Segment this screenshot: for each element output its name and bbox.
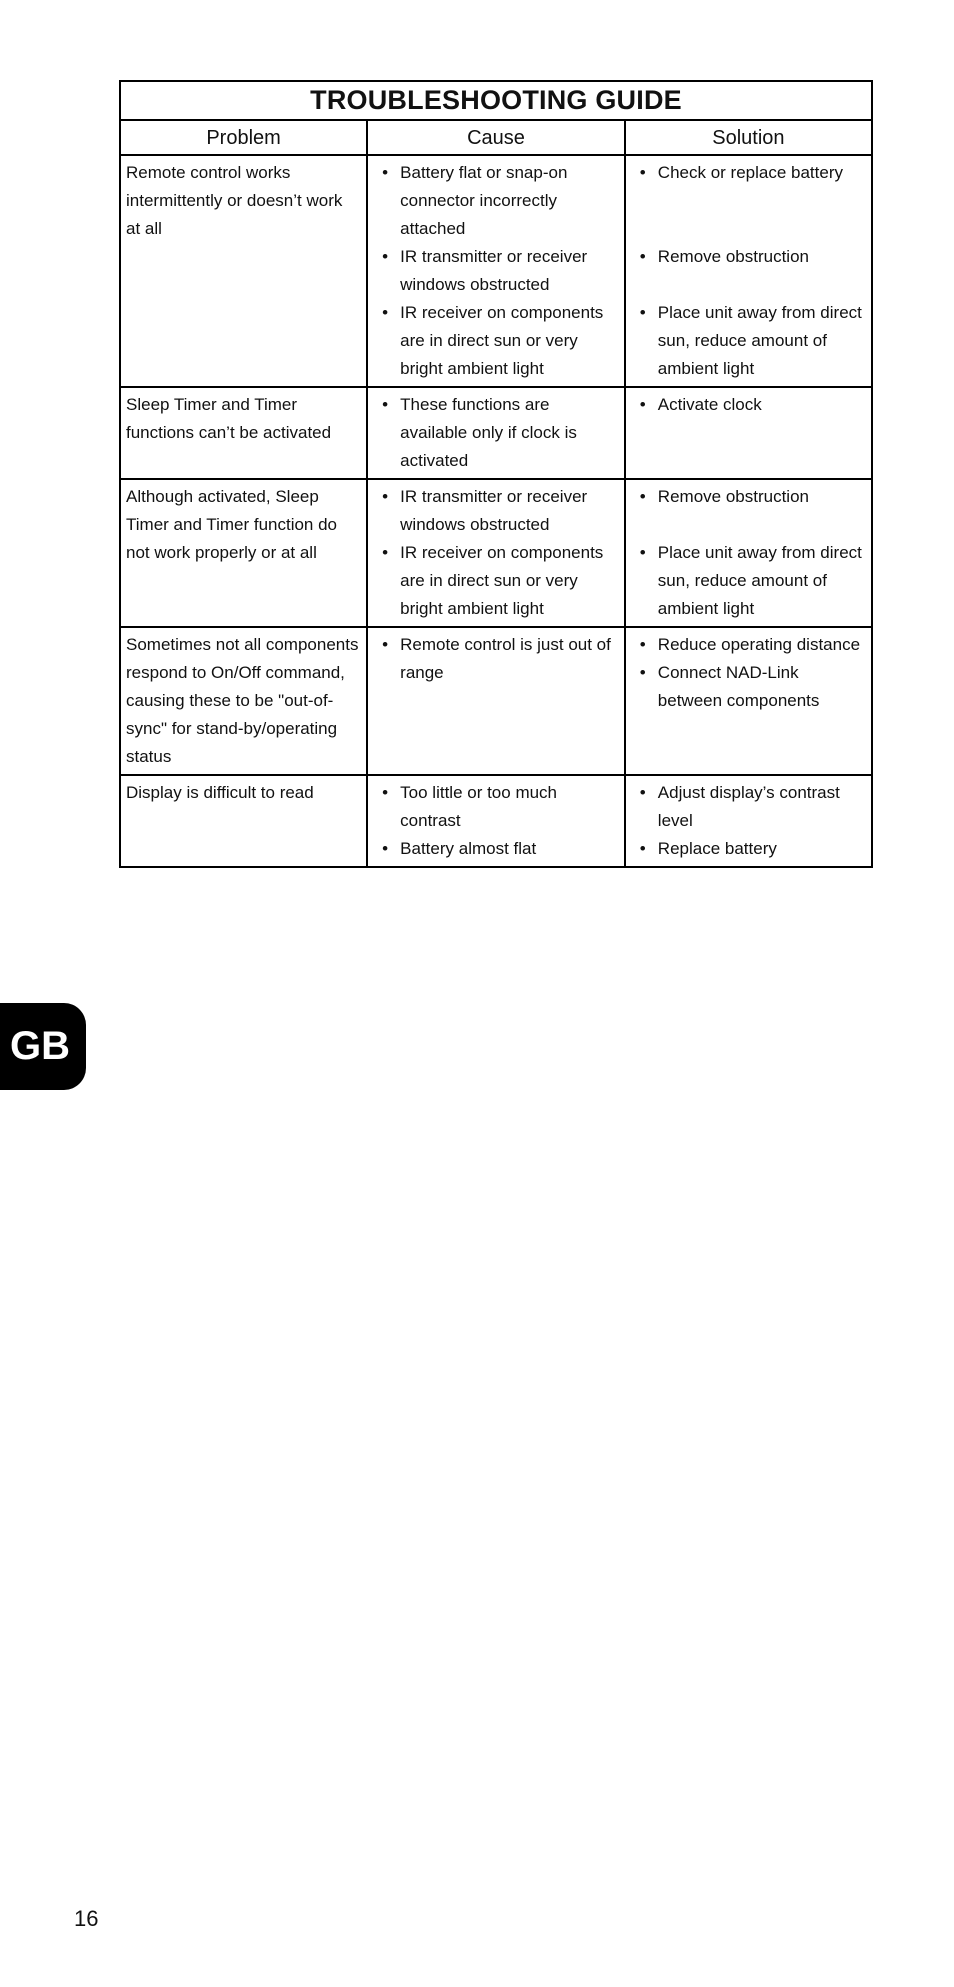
solution-item: • Activate clock [631,391,866,419]
solution-item: • Replace battery [631,835,866,863]
bullet-icon: • [639,839,646,858]
cause-cell: • Remote control is just out of range [366,626,626,776]
table-row: Sometimes not all components respond to … [118,626,874,776]
bullet-icon: • [382,395,389,414]
solution-cell: • Activate clock [623,386,874,480]
cause-cell: • IR transmitter or receiver windows obst… [366,478,626,628]
problem-cell: Remote control works intermittently or d… [118,154,369,388]
cause-item: • IR receiver on components are in direct… [373,539,619,623]
bullet-icon: • [639,543,646,562]
column-header-solution: Solution [623,119,874,156]
table-title: TROUBLESHOOTING GUIDE [119,80,873,121]
cause-item: • These functions are available only if c… [373,391,619,475]
bullet-icon: • [382,543,389,562]
bullet-icon: • [382,303,389,322]
table-row: Remote control works intermittently or d… [118,154,874,388]
table-row: Sleep Timer and Timer functions can’t be… [118,386,874,480]
problem-cell: Although activated, Sleep Timer and Time… [118,478,369,628]
bullet-icon: • [382,839,389,858]
bullet-icon: • [639,163,646,182]
problem-cell: Display is difficult to read [118,774,369,868]
bullet-icon: • [639,663,646,682]
solution-item: • Connect NAD-Link between components [631,659,866,715]
problem-cell: Sometimes not all components respond to … [118,626,369,776]
solution-item: • Check or replace battery [631,159,866,243]
cause-cell: • Battery flat or snap-on connector incor… [366,154,626,388]
solution-cell: • Check or replace battery • Remove obstru… [623,154,874,388]
cause-item: • IR transmitter or receiver windows obst… [373,243,619,299]
bullet-icon: • [639,635,646,654]
troubleshooting-table: TROUBLESHOOTING GUIDE Problem Cause Solu… [118,80,874,868]
column-header-cause: Cause [366,119,626,156]
bullet-icon: • [382,487,389,506]
solution-item: • Place unit away from direct sun, reduce… [631,299,866,383]
problem-cell: Sleep Timer and Timer functions can’t be… [118,386,369,480]
bullet-icon: • [382,783,389,802]
cause-cell: • Too little or too much contrast • Batter… [366,774,626,868]
solution-cell: • Reduce operating distance • Connect NAD-… [623,626,874,776]
solution-item: • Remove obstruction [631,483,866,539]
cause-item: • Battery flat or snap-on connector incor… [373,159,619,243]
cause-cell: • These functions are available only if c… [366,386,626,480]
page-number: 16 [74,1906,99,1931]
cause-item: • Battery almost flat [373,835,619,863]
bullet-icon: • [382,247,389,266]
solution-item: • Adjust display’s contrast level [631,779,866,835]
cause-item: • IR receiver on components are in direct… [373,299,619,383]
solution-cell: • Remove obstruction • Place unit away fro… [623,478,874,628]
language-tab-gb: GB [0,1003,86,1090]
bullet-icon: • [382,635,389,654]
cause-item: • Remote control is just out of range [373,631,619,687]
bullet-icon: • [639,487,646,506]
solution-item: • Reduce operating distance [631,631,866,659]
table-row: Although activated, Sleep Timer and Time… [118,478,874,628]
bullet-icon: • [382,163,389,182]
bullet-icon: • [639,303,646,322]
bullet-icon: • [639,247,646,266]
solution-item: • Remove obstruction [631,243,866,299]
cause-item: • IR transmitter or receiver windows obst… [373,483,619,539]
solution-item: • Place unit away from direct sun, reduce… [631,539,866,623]
column-header-problem: Problem [118,119,369,156]
bullet-icon: • [639,783,646,802]
bullet-icon: • [639,395,646,414]
cause-item: • Too little or too much contrast [373,779,619,835]
solution-cell: • Adjust display’s contrast level • Replac… [623,774,874,868]
table-row: Display is difficult to read • Too little… [118,774,874,868]
